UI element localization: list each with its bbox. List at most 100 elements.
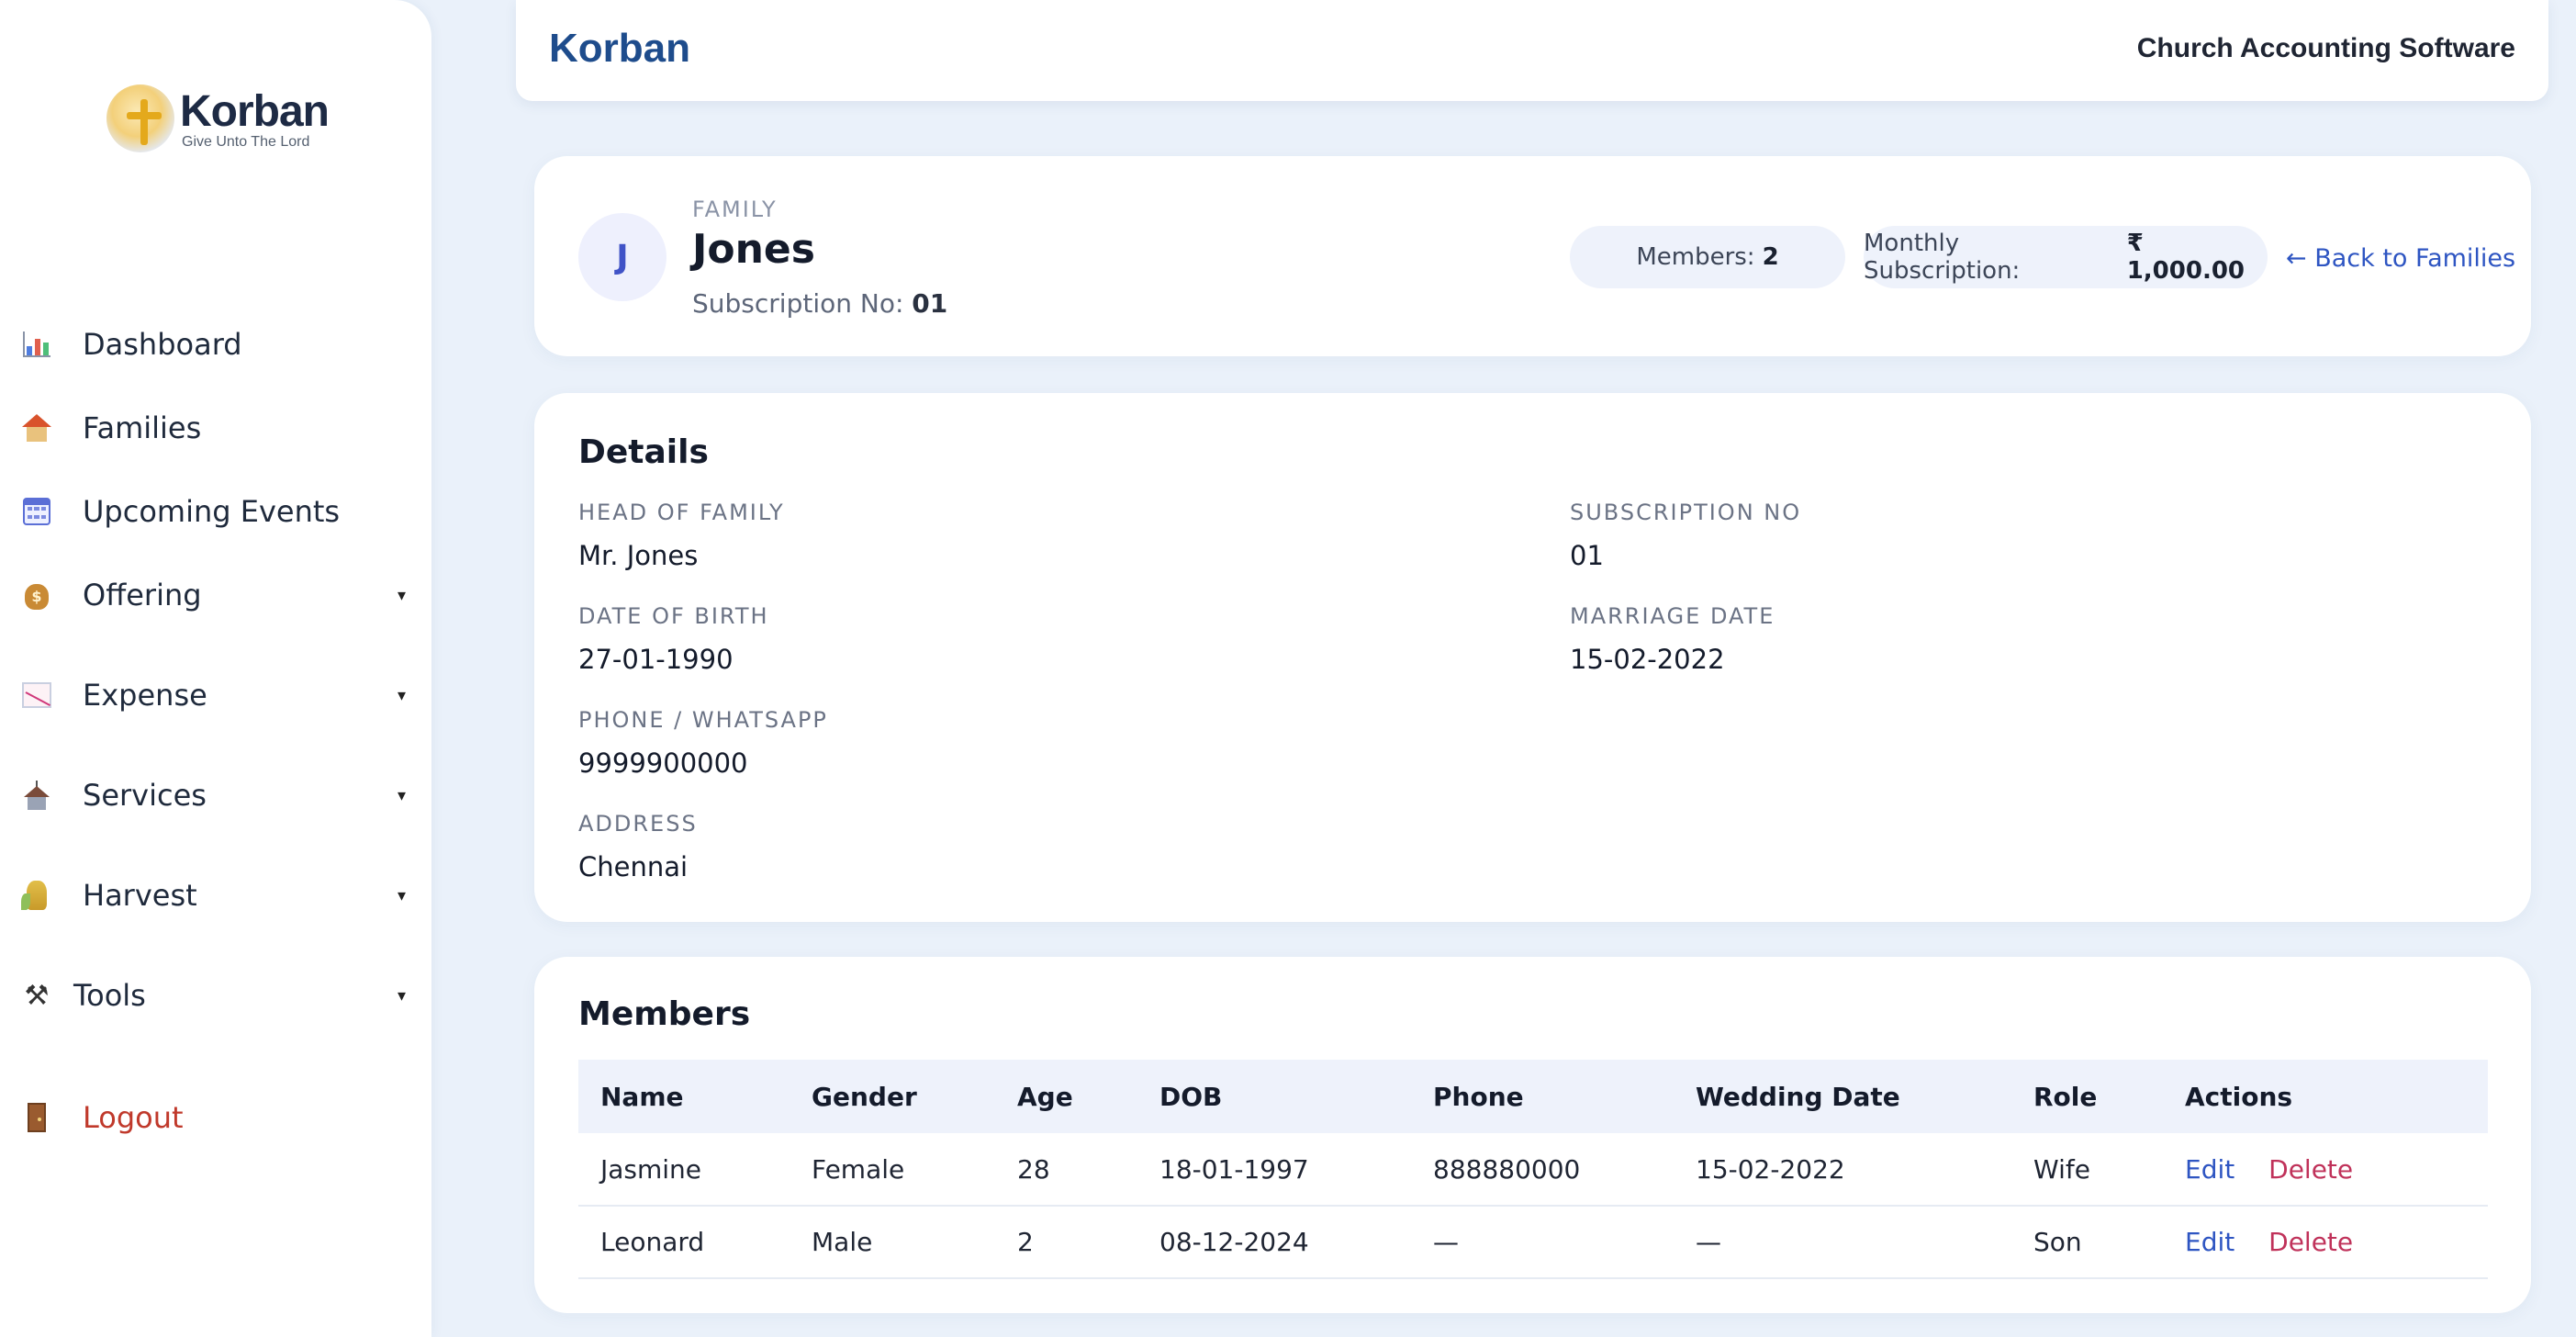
cell-phone: 888880000 (1411, 1133, 1674, 1207)
table-header-row: Name Gender Age DOB Phone Wedding Date R… (578, 1060, 2488, 1133)
cell-age: 28 (995, 1133, 1137, 1207)
column-header-role[interactable]: Role (2011, 1060, 2163, 1133)
table-row: Leonard Male 2 08-12-2024 — — Son Edit D… (578, 1206, 2488, 1279)
date-of-birth-label: DATE OF BIRTH (578, 603, 769, 629)
family-kicker: FAMILY (692, 197, 778, 222)
cross-logo-icon (106, 84, 174, 152)
cell-role: Wife (2011, 1133, 2163, 1207)
cell-actions: Edit Delete (2163, 1133, 2488, 1207)
cell-wedding-date: — (1674, 1206, 2011, 1279)
money-bag-icon (20, 579, 53, 612)
cell-name: Leonard (578, 1206, 790, 1279)
church-icon (20, 779, 53, 812)
column-header-actions: Actions (2163, 1060, 2488, 1133)
sidebar-item-families[interactable]: Families (20, 400, 406, 455)
column-header-wedding-date[interactable]: Wedding Date (1674, 1060, 2011, 1133)
family-summary-card: J FAMILY Jones Subscription No: 01 Membe… (534, 156, 2531, 356)
head-of-family-value: Mr. Jones (578, 540, 699, 571)
chevron-down-icon[interactable]: ▾ (398, 786, 406, 805)
cell-actions: Edit Delete (2163, 1206, 2488, 1279)
avatar: J (578, 213, 666, 301)
korban-logo[interactable]: Korban Give Unto The Lord (103, 79, 342, 162)
calendar-icon (20, 495, 53, 528)
cell-name: Jasmine (578, 1133, 790, 1207)
sidebar-item-harvest[interactable]: Harvest ▾ (20, 868, 406, 923)
delete-button[interactable]: Delete (2268, 1227, 2353, 1257)
members-table: Name Gender Age DOB Phone Wedding Date R… (578, 1060, 2488, 1279)
sidebar-item-label: Services (83, 778, 207, 813)
marriage-date-value: 15-02-2022 (1570, 644, 1725, 675)
phone-label: PHONE / WHATSAPP (578, 707, 828, 733)
sidebar: Korban Give Unto The Lord Dashboard Fami… (0, 0, 431, 1337)
tools-icon: ⚒ (24, 979, 50, 1012)
cell-phone: — (1411, 1206, 1674, 1279)
page-title: Jones (692, 226, 815, 273)
column-header-gender[interactable]: Gender (790, 1060, 995, 1133)
column-header-age[interactable]: Age (995, 1060, 1137, 1133)
members-title: Members (578, 995, 751, 1033)
chevron-down-icon[interactable]: ▾ (398, 886, 406, 905)
cell-wedding-date: 15-02-2022 (1674, 1133, 2011, 1207)
column-header-name[interactable]: Name (578, 1060, 790, 1133)
marriage-date-label: MARRIAGE DATE (1570, 603, 1775, 629)
chevron-down-icon[interactable]: ▾ (398, 686, 406, 705)
sidebar-item-label: Families (83, 410, 202, 445)
cell-age: 2 (995, 1206, 1137, 1279)
logout-button[interactable]: Logout (20, 1090, 406, 1145)
app-subtitle: Church Accounting Software (2136, 33, 2515, 63)
edit-button[interactable]: Edit (2185, 1227, 2234, 1257)
sidebar-item-label: Dashboard (83, 327, 242, 362)
sidebar-item-label: Expense (83, 678, 207, 713)
date-of-birth-value: 27-01-1990 (578, 644, 734, 675)
details-card: Details HEAD OF FAMILY Mr. Jones SUBSCRI… (534, 393, 2531, 922)
chevron-down-icon[interactable]: ▾ (398, 986, 406, 1006)
logo-tagline: Give Unto The Lord (182, 134, 310, 150)
details-title: Details (578, 433, 709, 471)
cell-dob: 08-12-2024 (1137, 1206, 1411, 1279)
sidebar-item-dashboard[interactable]: Dashboard (20, 317, 406, 372)
sidebar-item-services[interactable]: Services ▾ (20, 768, 406, 823)
back-to-families-link[interactable]: ← Back to Families (2286, 244, 2515, 273)
sidebar-item-expense[interactable]: Expense ▾ (20, 668, 406, 723)
monthly-subscription-label: Monthly Subscription: (1864, 230, 2021, 285)
sidebar-item-upcoming-events[interactable]: Upcoming Events (20, 484, 406, 539)
address-label: ADDRESS (578, 811, 698, 837)
phone-value: 9999900000 (578, 747, 748, 779)
logo-wordmark: Korban (180, 87, 330, 136)
brand-title[interactable]: Korban (549, 26, 690, 72)
subscription-number: Subscription No: 01 (692, 288, 947, 319)
sidebar-item-offering[interactable]: Offering ▾ (20, 567, 406, 623)
cell-gender: Male (790, 1206, 995, 1279)
delete-button[interactable]: Delete (2268, 1154, 2353, 1185)
column-header-phone[interactable]: Phone (1411, 1060, 1674, 1133)
monthly-subscription-value: ₹ 1,000.00 (2126, 230, 2246, 285)
sidebar-item-label: Offering (83, 578, 202, 612)
members-count-badge: Members: 2 (1570, 226, 1845, 288)
chart-decreasing-icon (20, 679, 53, 712)
edit-button[interactable]: Edit (2185, 1154, 2234, 1185)
head-of-family-label: HEAD OF FAMILY (578, 500, 785, 525)
address-value: Chennai (578, 851, 689, 882)
subscription-no-value: 01 (1570, 540, 1604, 571)
chevron-down-icon[interactable]: ▾ (398, 586, 406, 605)
monthly-subscription-badge: Monthly Subscription: ₹ 1,000.00 (1864, 226, 2268, 288)
bar-chart-icon (20, 328, 53, 361)
harvest-icon (20, 879, 53, 912)
sidebar-item-tools[interactable]: ⚒ Tools ▾ (20, 968, 406, 1023)
cell-role: Son (2011, 1206, 2163, 1279)
members-label: Members: (1636, 243, 1755, 271)
sidebar-item-label: Upcoming Events (83, 494, 341, 529)
logout-label: Logout (83, 1100, 184, 1135)
subscription-no-label: SUBSCRIPTION NO (1570, 500, 1802, 525)
cell-gender: Female (790, 1133, 995, 1207)
door-icon (20, 1101, 53, 1134)
sidebar-item-label: Harvest (83, 878, 197, 913)
cell-dob: 18-01-1997 (1137, 1133, 1411, 1207)
sidebar-item-label: Tools (73, 978, 146, 1013)
table-row: Jasmine Female 28 18-01-1997 888880000 1… (578, 1133, 2488, 1207)
column-header-dob[interactable]: DOB (1137, 1060, 1411, 1133)
members-card: Members Name Gender Age DOB Phone Weddin… (534, 957, 2531, 1313)
subscription-value: 01 (912, 288, 948, 319)
members-count: 2 (1762, 243, 1779, 271)
subscription-label: Subscription No: (692, 288, 904, 319)
